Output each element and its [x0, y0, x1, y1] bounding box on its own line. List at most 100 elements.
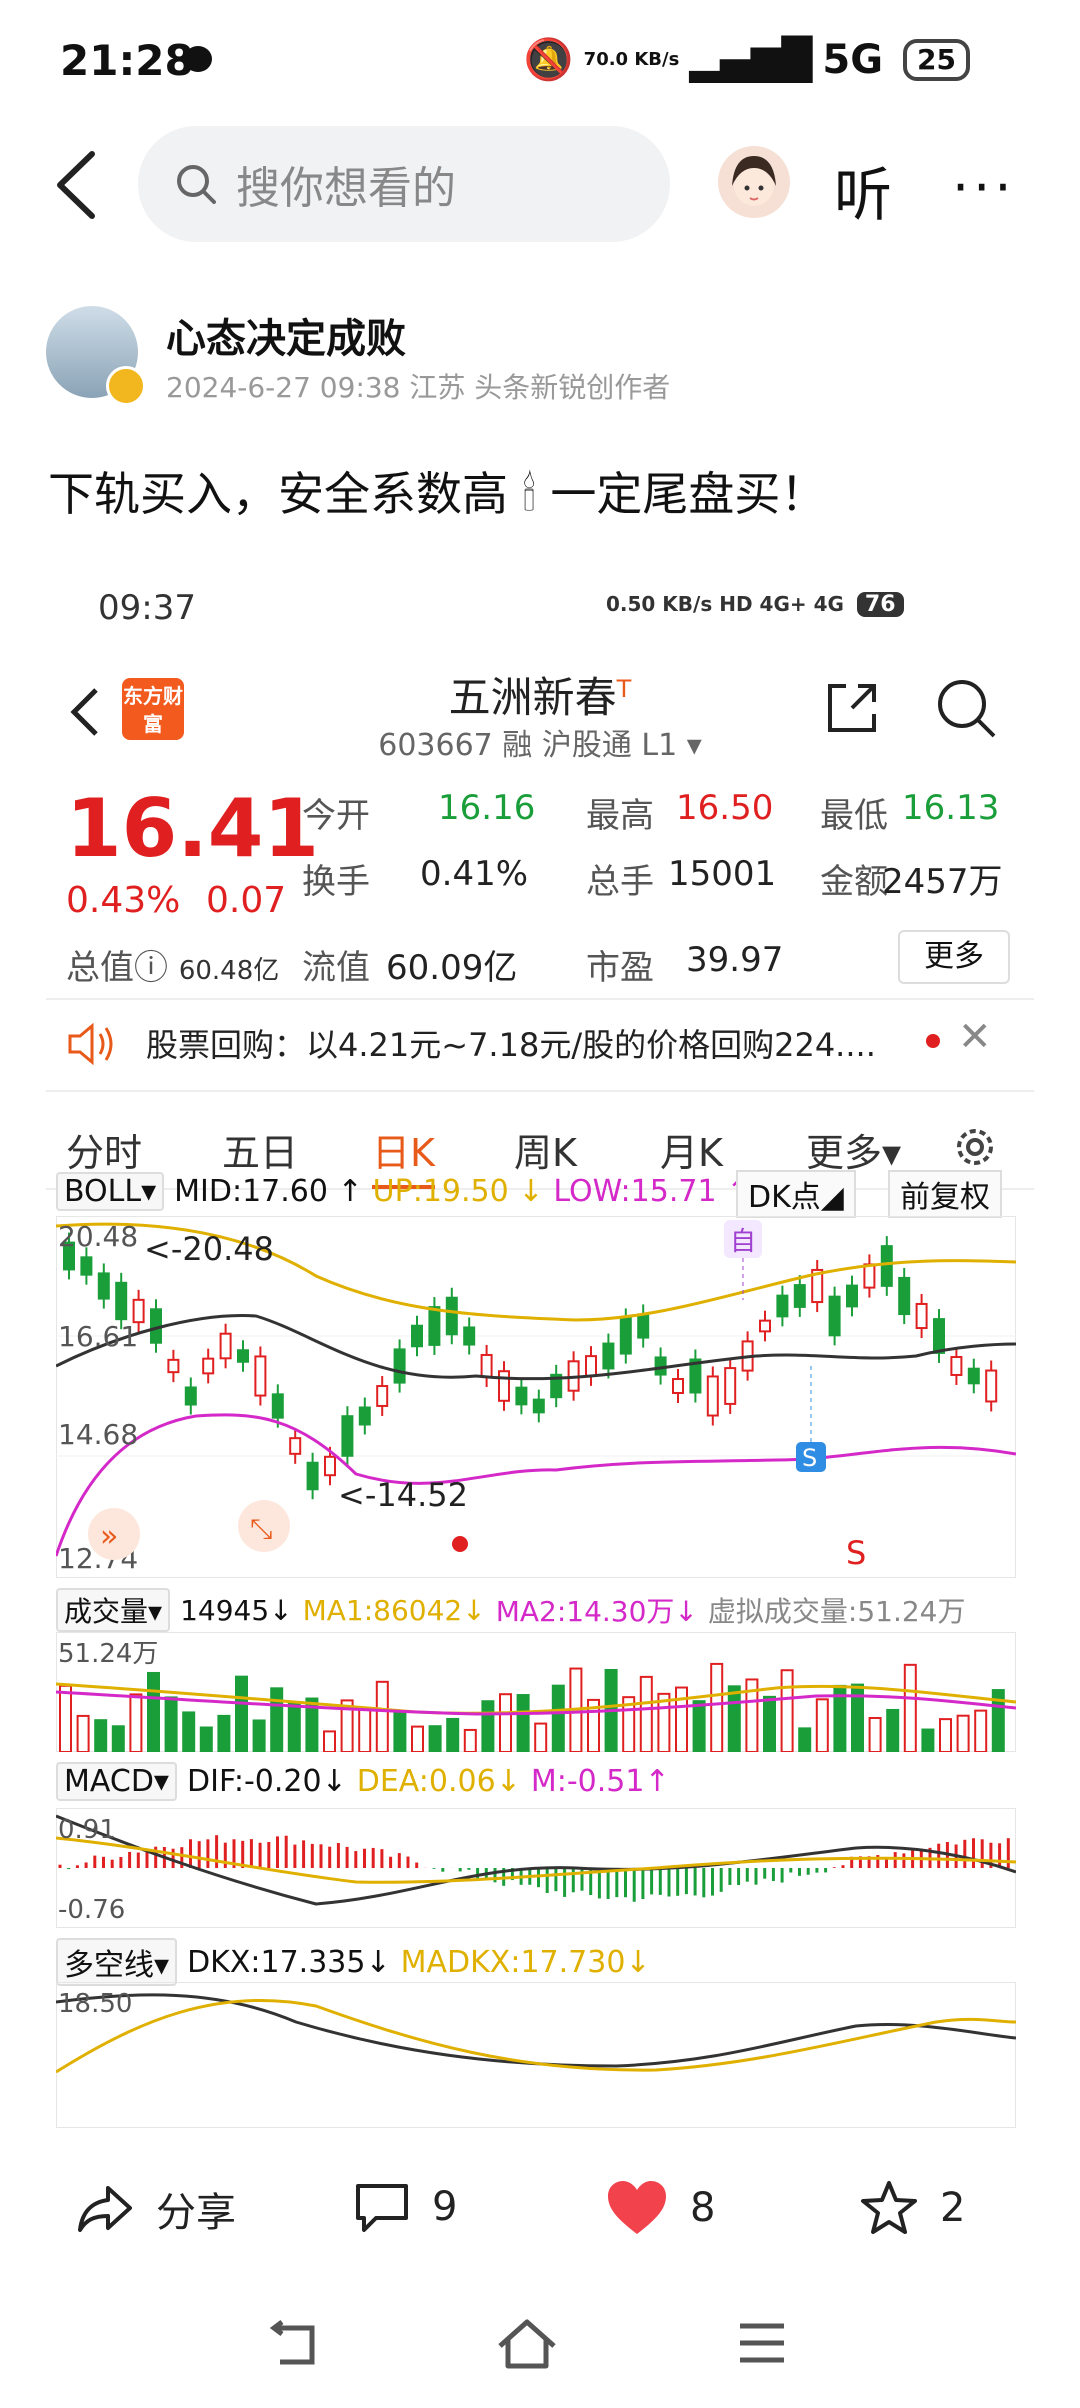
- candle: [80, 1256, 93, 1276]
- boll-axis-1: 20.48: [58, 1220, 138, 1253]
- kline-chart: 20.48 16.61 14.68 12.74 <-20.48 <-14.52 …: [56, 1216, 1016, 1578]
- volume-header: 成交量▾ 14945↓ MA1:86042↓ MA2:14.30万↓ 虚拟成交量…: [56, 1588, 965, 1632]
- volume-bar: [287, 1702, 301, 1752]
- nav-back-icon[interactable]: [266, 2320, 322, 2370]
- stock-name-text: 五洲新春: [448, 673, 617, 722]
- candle: [846, 1284, 858, 1308]
- change-percent: 0.43%: [66, 880, 181, 921]
- marker-s1: S: [802, 1444, 817, 1472]
- search-box[interactable]: 搜你想看的: [138, 126, 670, 242]
- macd-name: MACD▾: [56, 1762, 177, 1801]
- quote-more-button: 更多: [898, 930, 1010, 984]
- boll-axis-2: 16.61: [58, 1320, 138, 1353]
- network-type: 5G: [822, 36, 884, 83]
- vol-ma1: MA1:86042↓: [302, 1593, 486, 1627]
- volume-value: 15001: [668, 854, 777, 894]
- stock-price: 16.41: [66, 782, 320, 875]
- favorite-button[interactable]: 2: [860, 2180, 965, 2236]
- candle: [515, 1386, 528, 1406]
- boll-name: BOLL▾: [56, 1172, 165, 1211]
- high-value: 16.50: [676, 788, 774, 828]
- mktcap-value: 60.48亿: [178, 956, 280, 986]
- dkx-value: DKX:17.335↓: [187, 1944, 391, 1980]
- volume-bar: [780, 1669, 794, 1752]
- chat-bubble-icon: [184, 46, 212, 72]
- volume-bar: [164, 1696, 178, 1752]
- volume-bar: [375, 1680, 389, 1752]
- author-name[interactable]: 心态决定成败: [166, 306, 406, 364]
- status-right: 🔕 70.0 KB/s ▂▄▆█ 5G 25: [524, 36, 970, 83]
- tab-five-day: 五日: [222, 1131, 299, 1175]
- like-button[interactable]: 8: [606, 2180, 715, 2236]
- candle: [480, 1353, 493, 1379]
- macd-header: MACD▾ DIF:-0.20↓ DEA:0.06↓ M:-0.51↑: [56, 1762, 670, 1801]
- share-label: 分享: [156, 2190, 236, 2236]
- candle: [759, 1319, 771, 1333]
- macd-axis-bottom: -0.76: [58, 1895, 125, 1925]
- volume-bar: [129, 1693, 143, 1752]
- listen-button[interactable]: 听: [834, 148, 892, 232]
- macd-chart: 0.91 -0.76: [56, 1808, 1016, 1928]
- amount-label: 金额: [820, 862, 888, 902]
- net-speed: 70.0 KB/s: [583, 48, 680, 70]
- dkx-axis-top: 18.50: [58, 1989, 132, 2019]
- volume-bar: [270, 1687, 284, 1752]
- float-label: 流值: [302, 948, 370, 988]
- macd-dif: DIF:-0.20↓: [187, 1764, 347, 1799]
- candle: [202, 1357, 215, 1375]
- heart-icon: [608, 2181, 666, 2234]
- min-price-note: <-14.52: [338, 1476, 468, 1514]
- back-arrow-icon[interactable]: [48, 150, 108, 220]
- tab-monthly-k: 月K: [660, 1131, 723, 1175]
- notice-dot: [926, 1034, 940, 1048]
- candle: [602, 1342, 615, 1370]
- candle: [428, 1306, 441, 1346]
- volume-bar: [886, 1708, 900, 1752]
- boll-lower-line: [56, 1413, 1016, 1557]
- candle: [254, 1355, 267, 1397]
- user-avatar[interactable]: [718, 146, 790, 218]
- close-icon: ✕: [958, 1014, 992, 1060]
- volume-bar: [147, 1671, 160, 1752]
- candle: [324, 1455, 336, 1477]
- vol-axis: 51.24万: [58, 1639, 158, 1669]
- candle: [184, 1386, 197, 1406]
- volume-bar: [323, 1730, 336, 1752]
- nav-home-icon[interactable]: [496, 2316, 558, 2372]
- low-label: 最低: [820, 796, 888, 836]
- comment-button[interactable]: 9: [354, 2180, 457, 2234]
- candle: [532, 1398, 545, 1414]
- vol-name: 成交量▾: [56, 1588, 171, 1632]
- max-price-note: <-20.48: [144, 1230, 274, 1268]
- comment-count: 9: [432, 2184, 458, 2230]
- search-placeholder: 搜你想看的: [236, 163, 456, 214]
- candle: [167, 1358, 180, 1374]
- pe-value: 39.97: [686, 940, 784, 980]
- verified-badge-icon: [106, 366, 146, 406]
- volume-bar: [411, 1725, 424, 1752]
- turnover-label: 换手: [302, 862, 370, 902]
- volume-bar: [393, 1712, 407, 1752]
- volume-bar: [903, 1663, 917, 1752]
- tab-more: 更多▾: [806, 1131, 902, 1175]
- stock-search-icon: [938, 680, 996, 738]
- candle: [915, 1302, 928, 1330]
- volume-bar: [798, 1727, 812, 1752]
- red-dot: [452, 1536, 468, 1552]
- more-button[interactable]: ···: [952, 156, 1016, 219]
- candle: [793, 1284, 806, 1308]
- share-button[interactable]: 分享: [76, 2180, 236, 2238]
- embedded-status: 0.50 KB/s HD 4G+ 4G 76: [606, 592, 904, 617]
- favorite-count: 2: [940, 2185, 966, 2231]
- post-image-stock-screenshot[interactable]: 09:37 0.50 KB/s HD 4G+ 4G 76 东方财富 五洲新春T …: [46, 552, 1034, 2128]
- adjust-button: 前复权: [888, 1170, 1002, 1218]
- candle: [289, 1437, 302, 1455]
- post-meta: 2024-6-27 09:38 江苏 头条新锐创作者: [166, 371, 671, 404]
- system-nav-bar: [0, 2290, 1080, 2408]
- nav-menu-icon[interactable]: [736, 2320, 788, 2366]
- boll-mid-line: [56, 1314, 1016, 1381]
- candle: [411, 1324, 423, 1348]
- volume-bar: [974, 1709, 988, 1752]
- candle: [271, 1393, 284, 1419]
- candle: [985, 1369, 998, 1403]
